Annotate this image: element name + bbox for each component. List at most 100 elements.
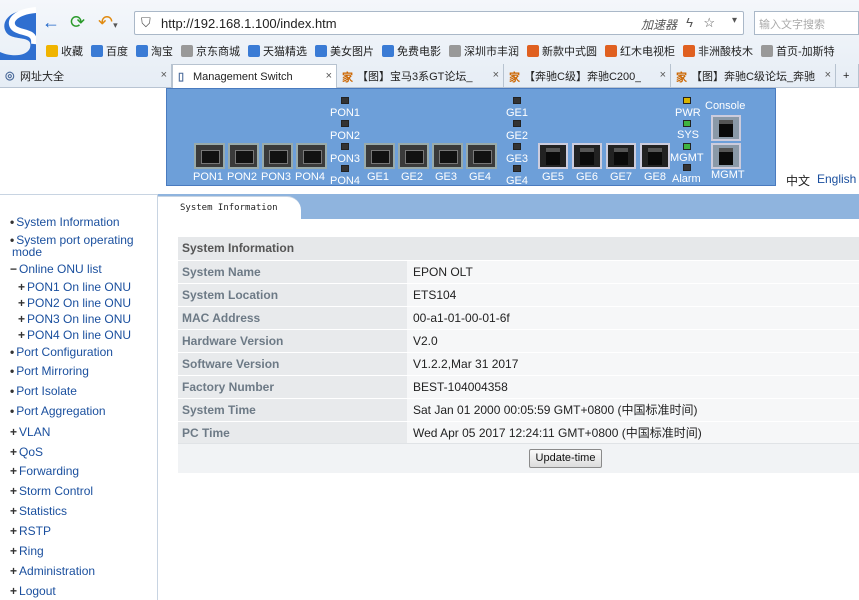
- bookmark-item[interactable]: 深圳市丰润: [445, 42, 523, 60]
- sidebar-item[interactable]: + Administration: [10, 564, 95, 578]
- mgmt-led-label: MGMT: [670, 152, 704, 164]
- shield-icon: ⛉: [141, 15, 151, 30]
- pwr-led-icon: [683, 97, 691, 104]
- bookmark-icon: [382, 45, 394, 57]
- browser-tab-bar: ◎ 网址大全 × ▯ Management Switch × 家【图】宝马3系GT论坛_ × 家…: [0, 64, 859, 88]
- sidebar-item[interactable]: • System Information: [10, 215, 120, 229]
- browser-tab-label: 网址大全: [20, 71, 64, 83]
- sidebar-item[interactable]: + Statistics: [10, 504, 67, 518]
- bookmark-item[interactable]: 收藏: [42, 42, 87, 60]
- row-label: System Name: [178, 260, 407, 284]
- language-english-link[interactable]: English: [817, 172, 856, 186]
- sidebar-item[interactable]: + RSTP: [10, 524, 51, 538]
- close-tab-icon[interactable]: ×: [493, 69, 499, 81]
- sidebar-item[interactable]: + Ring: [10, 544, 44, 558]
- sidebar-item[interactable]: + Storm Control: [10, 484, 93, 498]
- browser-toolbar: ← ⟳ ↶▾ ⛉ http://192.168.1.100/index.htm …: [0, 0, 859, 88]
- table-row: Hardware Version V2.0: [178, 329, 859, 353]
- ge-rj45-port-icon: [606, 143, 636, 169]
- console-label: Console: [705, 100, 746, 112]
- undo-dropdown-button[interactable]: ↶▾: [98, 12, 118, 35]
- bookmark-item[interactable]: 首页-加斯特: [757, 42, 839, 60]
- sidebar-item[interactable]: mode: [10, 245, 42, 259]
- address-url[interactable]: http://192.168.1.100/index.htm: [161, 16, 337, 31]
- search-input[interactable]: 输入文字搜索: [754, 11, 859, 35]
- star-icon[interactable]: ☆: [703, 15, 715, 31]
- bookmark-label: 百度: [106, 46, 128, 58]
- browser-tab[interactable]: 家【图】奔驰C级论坛_奔驰 ×: [671, 64, 836, 88]
- tab-system-information[interactable]: System Information: [158, 196, 301, 222]
- new-tab-button[interactable]: +: [836, 64, 859, 88]
- ge-led-label: GE4: [506, 175, 529, 187]
- accelerator-label[interactable]: 加速器: [641, 16, 677, 33]
- update-time-button[interactable]: Update-time: [529, 449, 602, 468]
- close-tab-icon[interactable]: ×: [825, 69, 831, 81]
- bookmark-item[interactable]: 京东商城: [177, 42, 244, 60]
- bookmark-item[interactable]: 美女图片: [311, 42, 378, 60]
- sidebar-item-marker: +: [18, 296, 26, 310]
- sidebar-item[interactable]: • Port Aggregation: [10, 404, 106, 418]
- browser-tab[interactable]: 家【图】宝马3系GT论坛_ ×: [337, 64, 504, 88]
- ge-led-icon: [513, 97, 521, 104]
- sidebar-item[interactable]: + PON2 On line ONU: [18, 296, 131, 310]
- sidebar-item-label: RSTP: [19, 524, 52, 538]
- sidebar-item-marker: •: [10, 404, 15, 418]
- alarm-led-label: Alarm: [672, 173, 701, 185]
- sidebar-item-marker: +: [10, 544, 18, 558]
- sidebar-item[interactable]: + Logout: [10, 584, 56, 598]
- lightning-icon[interactable]: ϟ: [686, 15, 693, 30]
- bookmark-item[interactable]: 新款中式圆: [523, 42, 601, 60]
- pon-port-label: PON3: [261, 171, 291, 183]
- sidebar-item-marker: +: [10, 584, 18, 598]
- bookmark-icon: [605, 45, 617, 57]
- bookmark-item[interactable]: 天猫精选: [244, 42, 311, 60]
- sidebar-item[interactable]: • Port Configuration: [10, 345, 113, 359]
- site-favicon-icon: 家: [342, 72, 353, 84]
- table-row: PC Time Wed Apr 05 2017 12:24:11 GMT+0800…: [178, 421, 859, 445]
- pon-port-icon: [296, 143, 327, 169]
- bookmark-icon: [91, 45, 103, 57]
- update-row: [178, 443, 859, 473]
- sidebar-item-label: System Information: [16, 215, 120, 229]
- ge-port-label: GE4: [469, 171, 492, 183]
- address-bar[interactable]: ⛉ http://192.168.1.100/index.htm 加速器 ϟ ☆…: [134, 11, 744, 35]
- language-chinese-link[interactable]: 中文: [786, 172, 810, 189]
- console-port-icon: [711, 115, 741, 141]
- sidebar-item[interactable]: • Port Mirroring: [10, 364, 89, 378]
- browser-tab[interactable]: ◎ 网址大全 ×: [0, 64, 172, 88]
- sidebar-item[interactable]: + Forwarding: [10, 464, 79, 478]
- sidebar-item[interactable]: + QoS: [10, 445, 43, 459]
- sidebar-item-label: Ring: [19, 544, 44, 558]
- close-tab-icon[interactable]: ×: [326, 70, 332, 82]
- ge-led-icon: [513, 143, 521, 150]
- refresh-button[interactable]: ⟳: [70, 12, 85, 32]
- sidebar-item[interactable]: + VLAN: [10, 425, 50, 439]
- back-button[interactable]: ←: [42, 12, 60, 32]
- pon-led-icon: [341, 165, 349, 172]
- ge-rj45-port-icon: [640, 143, 670, 169]
- bookmark-item[interactable]: 百度: [87, 42, 132, 60]
- browser-tab[interactable]: 家【奔驰C级】奔驰C200_ ×: [504, 64, 671, 88]
- sidebar-item[interactable]: + PON1 On line ONU: [18, 280, 131, 294]
- sidebar-item-label: VLAN: [19, 425, 51, 439]
- browser-window: ← ⟳ ↶▾ ⛉ http://192.168.1.100/index.htm …: [0, 0, 859, 600]
- close-tab-icon[interactable]: ×: [161, 69, 167, 81]
- site-favicon-icon: 家: [676, 72, 687, 84]
- bookmark-item[interactable]: 非洲酸枝木: [679, 42, 757, 60]
- sidebar-item[interactable]: • Port Isolate: [10, 384, 77, 398]
- ge-rj45-port-icon: [572, 143, 602, 169]
- sidebar-item[interactable]: − Online ONU list: [10, 262, 102, 276]
- pon-led-label: PON3: [330, 153, 360, 165]
- sidebar-item[interactable]: + PON3 On line ONU: [18, 312, 131, 326]
- chevron-down-icon[interactable]: ▾: [732, 15, 737, 26]
- bookmark-item[interactable]: 淘宝: [132, 42, 177, 60]
- close-tab-icon[interactable]: ×: [660, 69, 666, 81]
- ge-rj45-port-icon: [538, 143, 568, 169]
- row-label: Factory Number: [178, 375, 407, 399]
- browser-tab[interactable]: ▯ Management Switch ×: [172, 64, 337, 88]
- bookmark-item[interactable]: 免费电影: [378, 42, 445, 60]
- bookmark-item[interactable]: 红木电视柜: [601, 42, 679, 60]
- sidebar-item[interactable]: + PON4 On line ONU: [18, 328, 131, 342]
- ge-led-icon: [513, 120, 521, 127]
- sidebar-item-marker: +: [10, 464, 18, 478]
